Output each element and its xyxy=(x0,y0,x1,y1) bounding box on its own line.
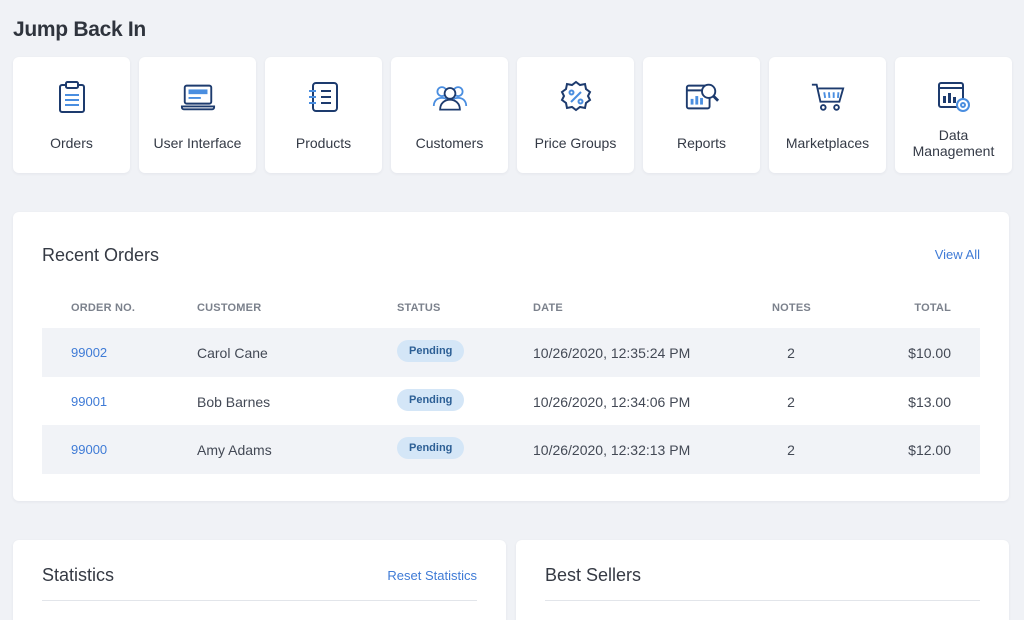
tile-orders[interactable]: Orders xyxy=(13,57,130,173)
best-sellers-card: Best Sellers xyxy=(516,540,1009,620)
status-badge: Pending xyxy=(397,388,465,411)
report-magnifier-icon xyxy=(684,79,720,115)
tile-marketplaces[interactable]: Marketplaces xyxy=(769,57,886,173)
order-number-link[interactable]: 99001 xyxy=(71,394,107,409)
customer-name: Amy Adams xyxy=(197,442,272,458)
column-header-status[interactable]: STATUS xyxy=(397,302,441,314)
table-row[interactable]: 99002 Carol Cane Pending 10/26/2020, 12:… xyxy=(42,328,980,377)
divider xyxy=(545,600,980,601)
status-badge: Pending xyxy=(397,340,465,362)
customer-name: Carol Cane xyxy=(197,345,268,361)
tile-label: Reports xyxy=(676,135,727,151)
order-number-link[interactable]: 99000 xyxy=(71,442,107,457)
tile-label: Products xyxy=(295,135,352,151)
order-number-link[interactable]: 99002 xyxy=(71,345,107,360)
tile-label: Price Groups xyxy=(534,135,617,151)
best-sellers-title: Best Sellers xyxy=(545,565,642,585)
tile-label: User Interface xyxy=(153,135,242,151)
tile-price-groups[interactable]: Price Groups xyxy=(517,57,634,173)
column-header-customer[interactable]: CUSTOMER xyxy=(197,302,261,314)
column-header-notes[interactable]: NOTES xyxy=(772,302,811,314)
order-date: 10/26/2020, 12:32:13 PM xyxy=(533,442,691,458)
order-total: $13.00 xyxy=(908,393,951,410)
statistics-title: Statistics xyxy=(42,565,115,585)
tile-label: Data Management xyxy=(912,127,995,159)
notes-count: 2 xyxy=(787,442,795,458)
table-row[interactable]: 99000 Amy Adams Pending 10/26/2020, 12:3… xyxy=(42,425,980,474)
data-settings-icon xyxy=(936,79,972,115)
notes-count: 2 xyxy=(787,345,795,361)
column-header-order[interactable]: ORDER NO. xyxy=(71,302,135,314)
divider xyxy=(42,600,477,601)
tile-label: Customers xyxy=(415,135,484,151)
tile-customers[interactable]: Customers xyxy=(391,57,508,173)
order-date: 10/26/2020, 12:35:24 PM xyxy=(533,345,691,361)
customer-name: Bob Barnes xyxy=(197,393,271,410)
clipboard-icon xyxy=(54,79,90,115)
order-date: 10/26/2020, 12:34:06 PM xyxy=(533,393,691,410)
tile-products[interactable]: Products xyxy=(265,57,382,173)
list-document-icon xyxy=(306,79,342,115)
percent-badge-icon xyxy=(558,79,594,115)
column-header-total[interactable]: TOTAL xyxy=(914,302,951,314)
statistics-card: Statistics Reset Statistics xyxy=(13,540,506,620)
orders-table-body: 99002 Carol Cane Pending 10/26/2020, 12:… xyxy=(42,328,980,474)
tile-user-interface[interactable]: User Interface xyxy=(139,57,256,173)
notes-count: 2 xyxy=(787,393,795,410)
users-icon xyxy=(432,79,468,115)
tile-label: Marketplaces xyxy=(785,135,870,151)
tile-label: Orders xyxy=(50,135,93,151)
column-header-date[interactable]: DATE xyxy=(533,302,563,314)
status-badge: Pending xyxy=(397,437,465,459)
tile-data-management[interactable]: Data Management xyxy=(895,57,1012,173)
shopping-cart-icon xyxy=(810,79,846,115)
table-row[interactable]: 99001 Bob Barnes Pending 10/26/2020, 12:… xyxy=(42,377,980,426)
order-total: $12.00 xyxy=(908,442,951,458)
laptop-icon xyxy=(180,79,216,115)
page-title: Jump Back In xyxy=(13,18,146,41)
reset-statistics-link[interactable]: Reset Statistics xyxy=(387,568,477,583)
order-total: $10.00 xyxy=(908,345,951,361)
recent-orders-card: Recent Orders View All ORDER NO. CUSTOME… xyxy=(13,212,1009,501)
tile-reports[interactable]: Reports xyxy=(643,57,760,173)
quick-links: Orders User Interface Products Customers… xyxy=(13,57,1012,173)
orders-table-header: ORDER NO. CUSTOMER STATUS DATE NOTES TOT… xyxy=(42,302,980,326)
recent-orders-title: Recent Orders xyxy=(42,245,160,265)
view-all-link[interactable]: View All xyxy=(935,247,980,262)
